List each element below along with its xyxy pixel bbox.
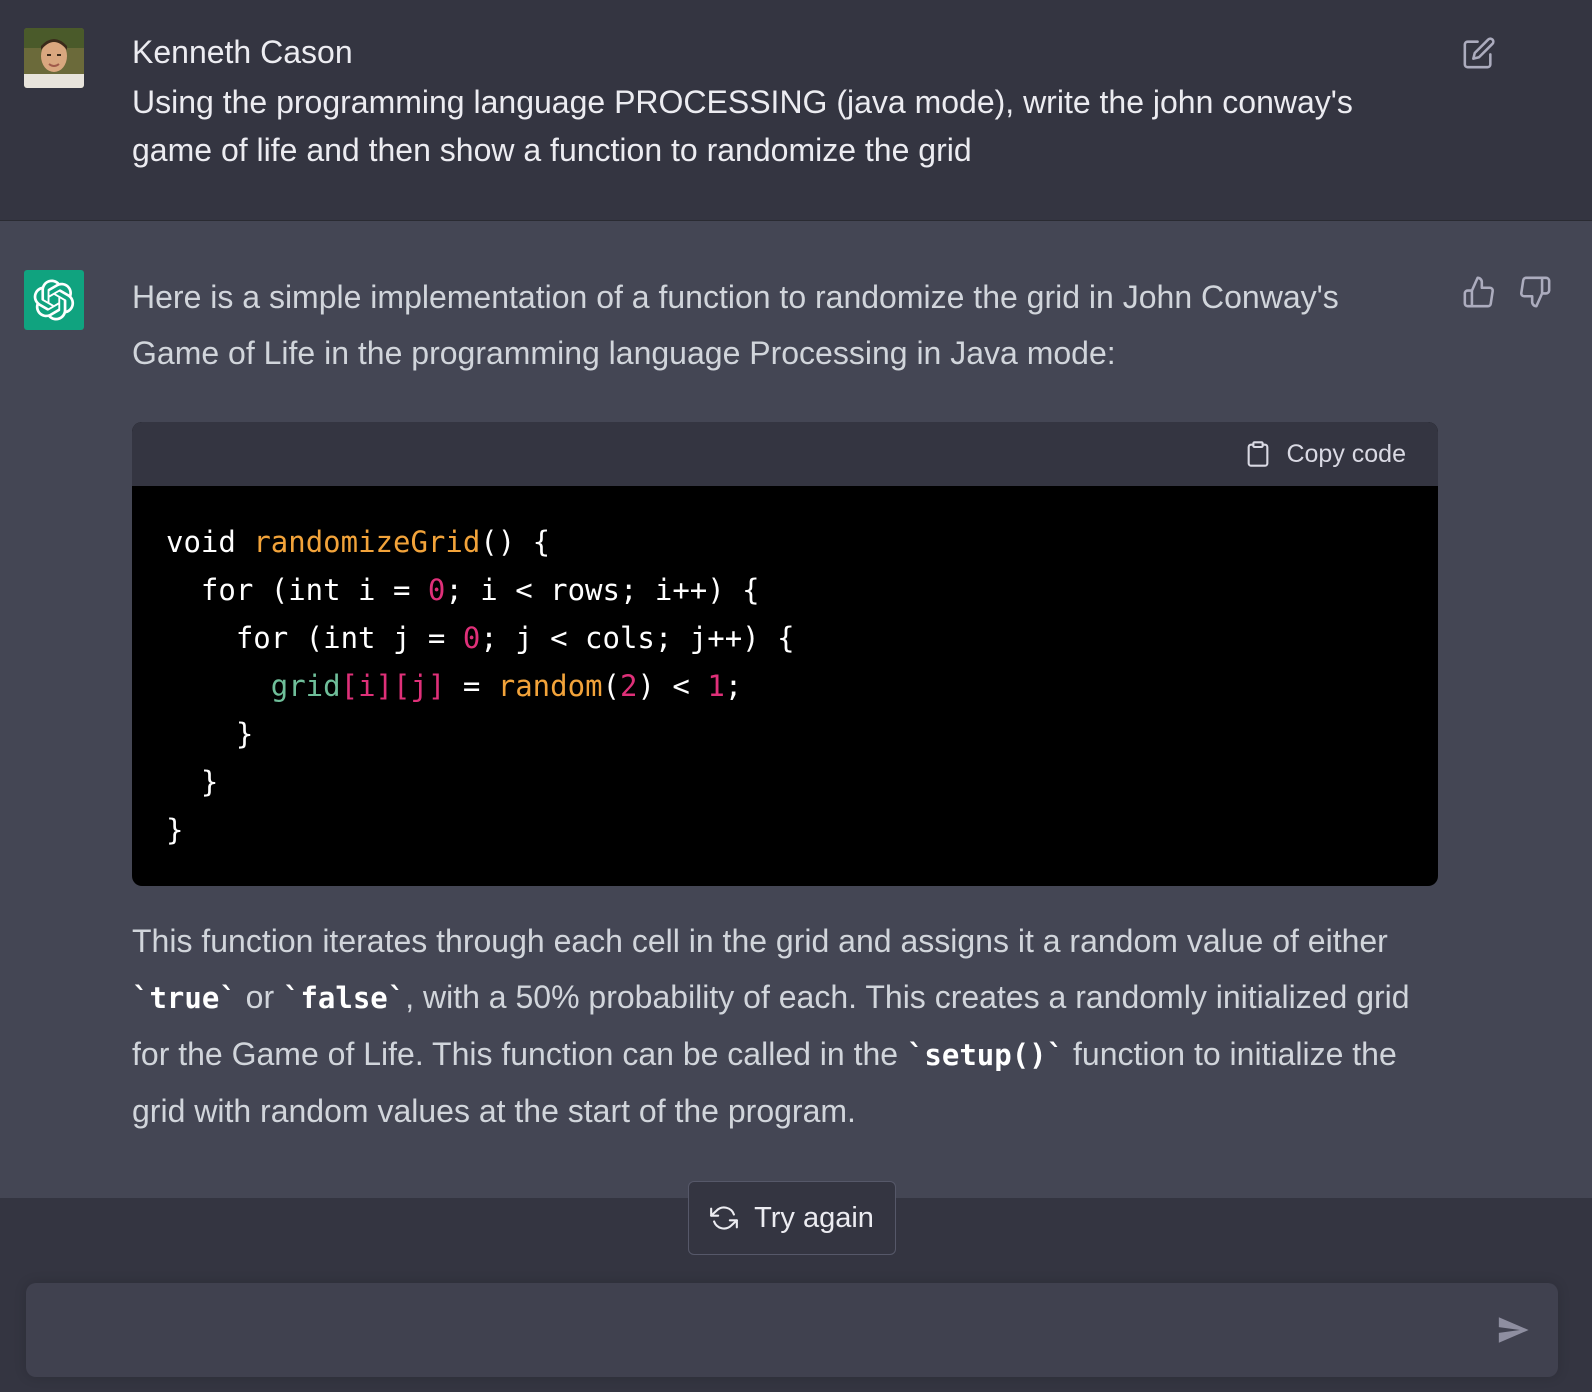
explanation-part: or [236,979,283,1015]
user-name: Kenneth Cason [132,34,353,70]
copy-code-button[interactable]: Copy code [1244,436,1406,472]
edit-icon[interactable] [1462,36,1496,70]
code-line: void randomizeGrid() { [166,525,551,559]
code-line: for (int j = 0; j < cols; j++) { [166,621,795,655]
code-block-header: Copy code [132,422,1438,486]
assistant-explanation-text: This function iterates through each cell… [132,913,1432,1139]
explanation-part: This function iterates through each cell… [132,923,1388,959]
code-line: grid[i][j] = random(2) < 1; [270,669,743,703]
user-prompt-text: Using the programming language PROCESSIN… [132,84,1353,168]
thumbs-down-icon[interactable] [1518,275,1552,309]
user-avatar [24,28,84,88]
inline-code-true: `true` [132,981,237,1015]
copy-code-label: Copy code [1286,439,1406,468]
refresh-icon [710,1206,738,1230]
code-line: } [166,813,184,847]
inline-code-setup: `setup()` [906,1038,1065,1072]
clipboard-icon [1248,441,1269,467]
assistant-intro-text: Here is a simple implementation of a fun… [132,279,1339,371]
send-icon[interactable] [1496,1313,1530,1347]
code-line: for (int i = 0; i < rows; i++) { [166,573,760,607]
message-input-container [26,1283,1558,1377]
inline-code-false: `false` [283,981,406,1015]
message-input[interactable] [50,1307,1474,1355]
try-again-label: Try again [754,1201,874,1234]
code-content: void randomizeGrid() { for (int i = 0; i… [132,486,1438,886]
assistant-message: Here is a simple implementation of a fun… [0,221,1592,1198]
user-message: Kenneth Cason Using the programming lang… [0,0,1592,221]
thumbs-up-icon[interactable] [1462,275,1496,309]
code-line: } [166,765,219,799]
try-again-button[interactable]: Try again [688,1181,896,1255]
code-block: Copy code void randomizeGrid() { for (in… [132,422,1438,886]
assistant-avatar [24,270,84,330]
code-line: } [166,717,254,751]
openai-logo-icon [33,279,75,321]
